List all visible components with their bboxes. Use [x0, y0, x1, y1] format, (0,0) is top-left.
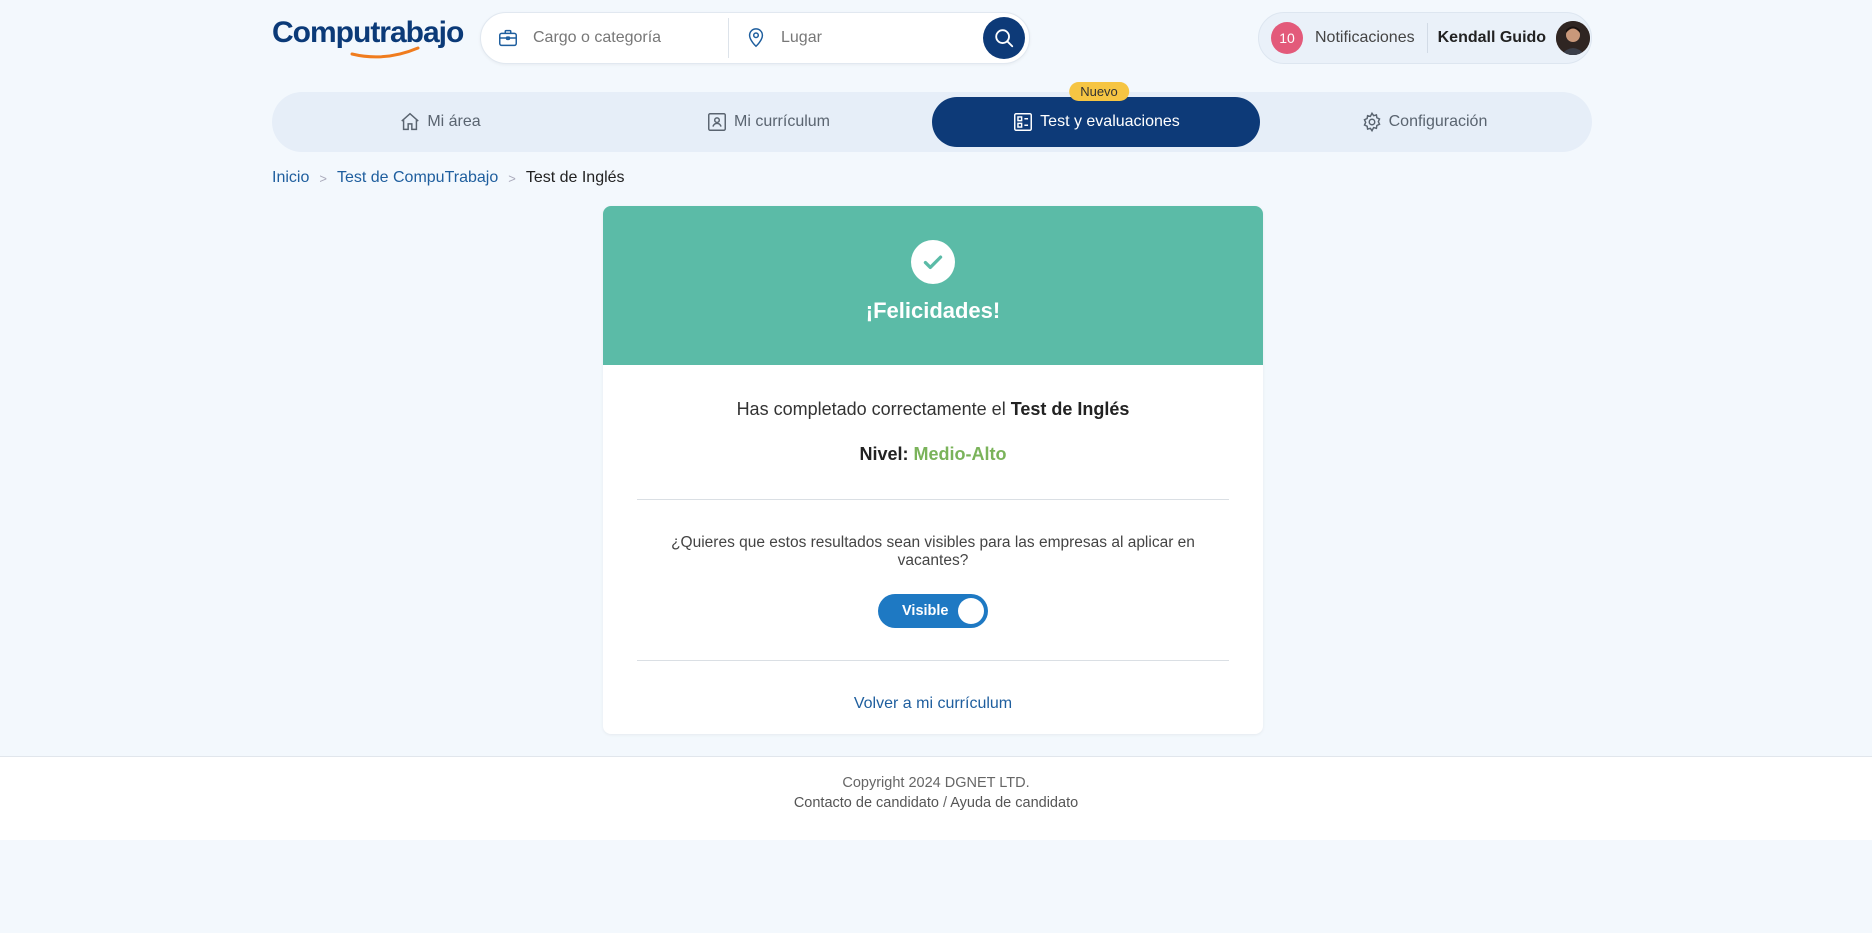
level-line: Nivel: Medio-Alto [637, 444, 1229, 465]
nav-item-configuracion[interactable]: Configuración [1260, 97, 1588, 147]
test-name: Test de Inglés [1010, 399, 1130, 419]
avatar-image-icon [1556, 21, 1591, 55]
completion-prefix: Has completado correctamente el [736, 399, 1006, 419]
completion-message: Has completado correctamente el Test de … [637, 399, 1229, 420]
result-card-header: ¡Felicidades! [603, 206, 1263, 365]
search-button[interactable] [983, 17, 1025, 59]
toggle-label: Visible [902, 603, 949, 619]
footer-separator: / [942, 795, 947, 811]
breadcrumb-current: Test de Inglés [525, 169, 625, 186]
nav-item-label: Test y evaluaciones [1040, 113, 1180, 130]
copyright: Copyright 2024 DGNET LTD. [842, 775, 1030, 791]
breadcrumb-separator: > [508, 170, 516, 186]
nav-item-label: Mi área [427, 113, 481, 130]
notification-count-badge[interactable]: 10 [1271, 22, 1303, 54]
congrats-title: ¡Felicidades! [865, 298, 1001, 323]
footer: Copyright 2024 DGNET LTD. Contacto de ca… [0, 756, 1872, 840]
user-menu: 10 Notificaciones Kendall Guido [1258, 12, 1592, 64]
search-icon [995, 29, 1014, 48]
nav-item-label: Mi currículum [733, 113, 830, 130]
visibility-question: ¿Quieres que estos resultados sean visib… [671, 534, 1195, 569]
result-card-body: Has completado correctamente el Test de … [603, 399, 1263, 713]
footer-links: Contacto de candidato / Ayuda de candida… [0, 795, 1872, 811]
checkmark-icon [923, 255, 943, 270]
job-search-field [481, 18, 729, 58]
divider [637, 499, 1229, 500]
logo-text: Computrabajo [272, 16, 464, 49]
logo-swoosh-icon [350, 46, 420, 59]
location-search-input[interactable] [781, 29, 931, 47]
avatar[interactable] [1556, 21, 1591, 55]
level-label: Nivel: [859, 444, 909, 464]
location-search-field [729, 13, 983, 63]
contact-candidate-link[interactable]: Contacto de candidato [794, 795, 939, 811]
divider [637, 660, 1229, 661]
breadcrumb: Inicio > Test de CompuTrabajo > Test de … [272, 169, 625, 187]
help-candidate-link[interactable]: Ayuda de candidato [950, 795, 1078, 811]
back-to-resume-link[interactable]: Volver a mi currículum [854, 695, 1012, 713]
breadcrumb-test-computrabajo[interactable]: Test de CompuTrabajo [337, 169, 498, 187]
nav-item-mi-area[interactable]: Mi área [276, 97, 604, 147]
breadcrumb-inicio[interactable]: Inicio [272, 169, 309, 187]
breadcrumb-separator: > [319, 170, 327, 186]
location-pin-icon [748, 28, 764, 48]
job-search-input[interactable] [533, 29, 683, 47]
nav-item-test-evaluaciones[interactable]: Nuevo Test y evaluaciones [932, 82, 1260, 147]
visibility-toggle[interactable]: Visible [878, 594, 988, 628]
level-value: Medio-Alto [913, 444, 1007, 464]
nav-item-label: Configuración [1388, 113, 1488, 130]
computrabajo-logo[interactable]: Computrabajo [272, 16, 464, 59]
check-circle [911, 240, 955, 284]
test-icon [1014, 113, 1033, 131]
main-nav: Mi área Mi currículum Nuevo Test y evalu… [272, 82, 1592, 152]
new-badge: Nuevo [1069, 82, 1129, 101]
search-bar [480, 12, 1030, 64]
briefcase-icon [499, 29, 517, 47]
notifications-link[interactable]: Notificaciones [1315, 23, 1428, 53]
user-name[interactable]: Kendall Guido [1438, 29, 1546, 47]
home-icon [401, 112, 420, 131]
result-card: ¡Felicidades! Has completado correctamen… [603, 206, 1263, 734]
nav-item-mi-curriculum[interactable]: Mi currículum [604, 97, 932, 147]
resume-icon [708, 113, 726, 131]
toggle-knob [958, 598, 984, 624]
gear-icon [1363, 111, 1381, 133]
